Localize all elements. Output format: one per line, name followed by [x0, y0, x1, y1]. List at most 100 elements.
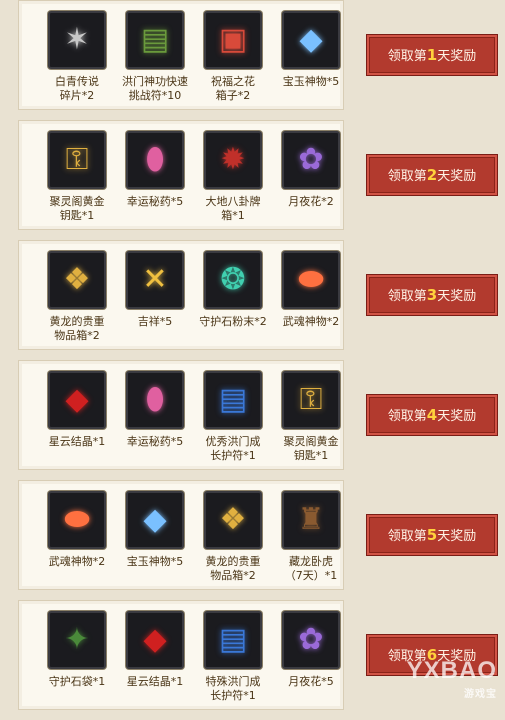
item-slot: ✿ [282, 131, 340, 189]
red-crystal-icon: ◆ [65, 382, 89, 417]
reward-item[interactable]: ◆ 星云结晶*1 [117, 611, 193, 689]
claim-button-prefix: 领取第 [387, 529, 427, 544]
reward-item[interactable]: ♜ 藏龙卧虎 （7天）*1 [273, 491, 349, 583]
reward-item[interactable]: ⬬ 武魂神物*2 [273, 251, 349, 329]
gold-key-icon: ⚿ [65, 142, 89, 177]
item-slot: ◆ [126, 491, 184, 549]
claim-button-suffix: 天奖励 [437, 169, 477, 184]
claim-reward-button[interactable]: 领取第5天奖励 [366, 514, 498, 556]
red-crystal-icon: ◆ [143, 622, 167, 657]
reward-panel: ⬬ 武魂神物*2 ◆ 宝玉神物*5 ❖ 黄龙的贵重 物品箱*2 ♜ 藏龙卧虎 （7天）*1 [18, 480, 344, 590]
flower-box-icon: ▣ [218, 22, 248, 57]
potion-jar-icon: ⬮ [145, 142, 165, 177]
reward-item[interactable]: ◆ 星云结晶*1 [39, 371, 115, 449]
claim-button-suffix: 天奖励 [437, 409, 477, 424]
reward-item[interactable]: ❖ 黄龙的贵重 物品箱*2 [39, 251, 115, 343]
bagua-chest-icon: ✹ [220, 142, 246, 177]
item-slot: ✦ [48, 611, 106, 669]
claim-reward-button[interactable]: 领取第3天奖励 [366, 274, 498, 316]
claim-button-day: 5 [426, 526, 438, 544]
reward-item[interactable]: ⬮ 幸运秘药*5 [117, 371, 193, 449]
item-label: 守护石粉末*2 [199, 315, 267, 328]
reward-row-day-3: ❖ 黄龙的贵重 物品箱*2 ✕ 吉祥*5 ❂ 守护石粉末*2 ⬬ 武魂神物*2 领取第3天奖励 [0, 240, 505, 360]
item-label: 优秀洪门成 长护符*1 [205, 435, 261, 462]
blue-talisman-icon: ▤ [218, 382, 248, 417]
item-label: 月夜花*2 [288, 195, 334, 208]
reward-item[interactable]: ⚿ 聚灵阁黄金 钥匙*1 [273, 371, 349, 463]
reward-item[interactable]: ▣ 祝福之花 箱子*2 [195, 11, 271, 103]
item-slot: ✕ [126, 251, 184, 309]
item-slot: ▤ [204, 611, 262, 669]
item-slot: ⬬ [48, 491, 106, 549]
item-slot: ◆ [48, 371, 106, 429]
item-slot: ♜ [282, 491, 340, 549]
item-slot: ⬮ [126, 371, 184, 429]
item-slot: ❖ [48, 251, 106, 309]
item-slot: ▤ [126, 11, 184, 69]
reward-item[interactable]: ❂ 守护石粉末*2 [195, 251, 271, 329]
reward-item[interactable]: ▤ 优秀洪门成 长护符*1 [195, 371, 271, 463]
item-label: 洪门神功快速 挑战符*10 [122, 75, 188, 102]
item-label: 幸运秘药*5 [126, 195, 184, 208]
reward-item[interactable]: ✿ 月夜花*5 [273, 611, 349, 689]
reward-item[interactable]: ✹ 大地八卦牌 箱*1 [195, 131, 271, 223]
talisman-icon: ▤ [140, 22, 170, 57]
reward-item[interactable]: ◆ 宝玉神物*5 [117, 491, 193, 569]
claim-button-suffix: 天奖励 [437, 49, 477, 64]
shard-icon: ✶ [64, 22, 90, 57]
claim-button-prefix: 领取第 [387, 409, 427, 424]
claim-reward-button[interactable]: 领取第2天奖励 [366, 154, 498, 196]
reward-item[interactable]: ▤ 特殊洪门成 长护符*1 [195, 611, 271, 703]
reward-row-day-2: ⚿ 聚灵阁黄金 钥匙*1 ⬮ 幸运秘药*5 ✹ 大地八卦牌 箱*1 ✿ 月夜花*2 领取第2天奖… [0, 120, 505, 240]
item-label: 武魂神物*2 [48, 555, 106, 568]
item-label: 守护石袋*1 [48, 675, 106, 688]
item-slot: ✿ [282, 611, 340, 669]
claim-button-prefix: 领取第 [387, 169, 427, 184]
item-label: 星云结晶*1 [48, 435, 106, 448]
reward-item[interactable]: ⬮ 幸运秘药*5 [117, 131, 193, 209]
gold-key-icon: ⚿ [299, 382, 323, 417]
item-slot: ✹ [204, 131, 262, 189]
item-label: 黄龙的贵重 物品箱*2 [205, 555, 261, 582]
reward-item[interactable]: ◆ 宝玉神物*5 [273, 11, 349, 89]
reward-item[interactable]: ⬬ 武魂神物*2 [39, 491, 115, 569]
reward-panel: ✦ 守护石袋*1 ◆ 星云结晶*1 ▤ 特殊洪门成 长护符*1 ✿ 月夜花*5 [18, 600, 344, 710]
reward-item[interactable]: ▤ 洪门神功快速 挑战符*10 [117, 11, 193, 103]
reward-item[interactable]: ✕ 吉祥*5 [117, 251, 193, 329]
claim-button-day: 2 [426, 166, 438, 184]
reward-panel: ✶ 白青传说 碎片*2 ▤ 洪门神功快速 挑战符*10 ▣ 祝福之花 箱子*2 ◆ 宝玉神物*… [18, 0, 344, 110]
item-label: 星云结晶*1 [126, 675, 184, 688]
stone-bag-icon: ✦ [64, 622, 90, 657]
reward-item[interactable]: ✦ 守护石袋*1 [39, 611, 115, 689]
reward-panel: ❖ 黄龙的贵重 物品箱*2 ✕ 吉祥*5 ❂ 守护石粉末*2 ⬬ 武魂神物*2 [18, 240, 344, 350]
item-label: 祝福之花 箱子*2 [211, 75, 255, 102]
reward-row-day-5: ⬬ 武魂神物*2 ◆ 宝玉神物*5 ❖ 黄龙的贵重 物品箱*2 ♜ 藏龙卧虎 （7天）*1 领取… [0, 480, 505, 600]
jade-icon: ◆ [143, 502, 167, 537]
reward-item[interactable]: ❖ 黄龙的贵重 物品箱*2 [195, 491, 271, 583]
reward-item[interactable]: ✶ 白青传说 碎片*2 [39, 11, 115, 103]
reward-panel: ◆ 星云结晶*1 ⬮ 幸运秘药*5 ▤ 优秀洪门成 长护符*1 ⚿ 聚灵阁黄金 钥匙*1 [18, 360, 344, 470]
potion-jar-icon: ⬮ [145, 382, 165, 417]
soul-relic-icon: ⬬ [298, 262, 324, 297]
item-slot: ⬮ [126, 131, 184, 189]
item-slot: ❂ [204, 251, 262, 309]
soul-relic-icon: ⬬ [64, 502, 90, 537]
claim-button-suffix: 天奖励 [437, 289, 477, 304]
item-slot: ⬬ [282, 251, 340, 309]
dragon-chest-icon: ❖ [219, 502, 247, 537]
item-slot: ◆ [282, 11, 340, 69]
reward-item[interactable]: ⚿ 聚灵阁黄金 钥匙*1 [39, 131, 115, 223]
watermark-logo: YXBAO 游戏宝 [407, 657, 497, 700]
item-label: 大地八卦牌 箱*1 [205, 195, 261, 222]
purple-flower-icon: ✿ [298, 622, 324, 657]
claim-button-day: 3 [426, 286, 438, 304]
watermark-text: YXBAO [406, 657, 497, 684]
jade-icon: ◆ [299, 22, 323, 57]
claim-reward-button[interactable]: 领取第4天奖励 [366, 394, 498, 436]
reward-item[interactable]: ✿ 月夜花*2 [273, 131, 349, 209]
claim-button-suffix: 天奖励 [437, 529, 477, 544]
item-label: 幸运秘药*5 [126, 435, 184, 448]
item-label: 宝玉神物*5 [126, 555, 184, 568]
claim-reward-button[interactable]: 领取第1天奖励 [366, 34, 498, 76]
item-slot: ⚿ [282, 371, 340, 429]
